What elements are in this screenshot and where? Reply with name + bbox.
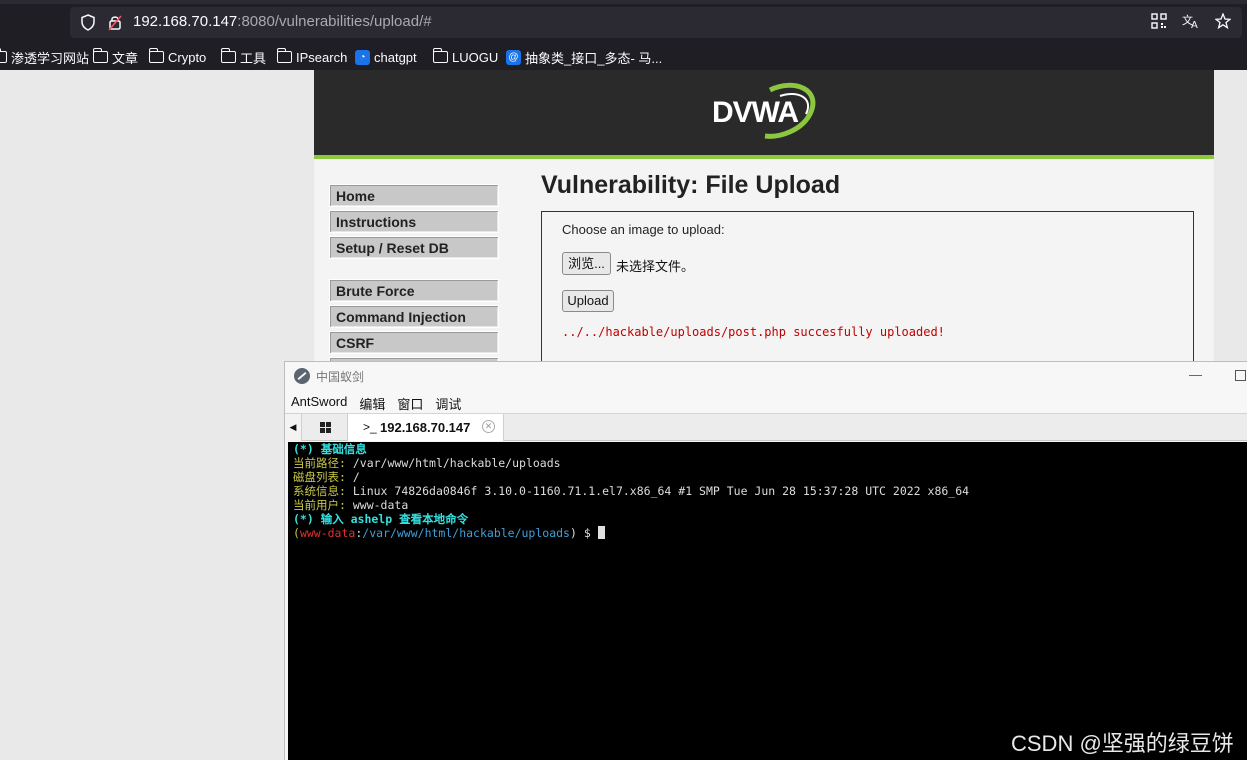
terminal-prompt[interactable]: (www-data:/var/www/html/hackable/uploads… (293, 526, 1247, 540)
url-text[interactable]: 192.168.70.147:8080/vulnerabilities/uplo… (133, 13, 432, 30)
prompt-user: www-data (299, 526, 356, 540)
upload-success-message: ../../hackable/uploads/post.php succesfu… (562, 325, 945, 339)
terminal-value: www-data (345, 498, 409, 512)
window-title: 中国蚁剑 (316, 370, 365, 384)
minimize-icon[interactable]: — (1189, 367, 1203, 382)
lock-warning-icon[interactable] (107, 14, 123, 31)
terminal-value: /var/www/html/hackable/uploads (345, 456, 561, 470)
upload-button[interactable]: Upload (562, 290, 614, 312)
terminal-hint: (*) 输入 ashelp 查看本地命令 (293, 512, 469, 526)
home-grid-icon[interactable] (302, 414, 348, 441)
menu-item-home[interactable]: Home (329, 184, 499, 207)
dvwa-header: DVWA (314, 70, 1214, 159)
menu-item-setup[interactable]: Setup / Reset DB (329, 236, 499, 259)
folder-icon (0, 48, 7, 63)
no-file-text: 未选择文件。 (616, 259, 695, 274)
tab-label: 192.168.70.147 (380, 420, 471, 435)
menu-item-command-injection[interactable]: Command Injection (329, 305, 499, 328)
close-tab-icon[interactable]: ✕ (482, 420, 495, 433)
menu-debug[interactable]: 调试 (429, 390, 467, 413)
menu-antsword[interactable]: AntSword (285, 390, 353, 413)
menu-edit[interactable]: 编辑 (353, 390, 391, 413)
bookmark-item[interactable]: Crypto (149, 48, 206, 66)
url-path: :8080/vulnerabilities/upload/# (237, 13, 432, 30)
antsword-menubar: AntSword 编辑 窗口 调试 (285, 390, 1247, 413)
terminal-label: 当前用户: (293, 498, 346, 512)
prompt-path: /var/www/html/hackable/uploads (362, 526, 570, 540)
terminal-value: / (345, 470, 360, 484)
terminal-cursor (597, 526, 605, 539)
bookmark-item[interactable]: LUOGU (433, 48, 498, 66)
bookmark-label: 渗透学习网站 (11, 50, 90, 66)
terminal-label: 系统信息: (293, 484, 346, 498)
translate-icon[interactable]: 文A (1182, 13, 1200, 31)
bookmarks-bar: 渗透学习网站 文章 Crypto 工具 IPsearch ◔ chatgpt LU… (0, 42, 1247, 70)
upload-form: Choose an image to upload: 浏览... 未选择文件。 … (541, 211, 1194, 381)
terminal-heading: (*) 基础信息 (293, 442, 367, 456)
folder-icon (433, 48, 448, 63)
tab-strip-edge (0, 0, 1247, 4)
folder-icon (149, 48, 164, 63)
upload-label: Choose an image to upload: (562, 222, 725, 237)
prompt-suffix: ) $ (569, 526, 598, 540)
site-favicon-icon: @ (506, 49, 521, 65)
terminal-label: 当前路径: (293, 456, 346, 470)
prompt-paren: ( (293, 526, 300, 540)
bookmark-item[interactable]: 工具 (221, 48, 266, 66)
bookmark-item[interactable]: ◔ chatgpt (355, 48, 417, 66)
antsword-tabbar: ◀ >_ 192.168.70.147 ✕ (285, 413, 1247, 441)
antsword-window: 中国蚁剑 — AntSword 编辑 窗口 调试 ◀ >_ 192.168.70… (284, 361, 1247, 760)
terminal-value: Linux 74826da0846f 3.10.0-1160.71.1.el7.… (345, 484, 970, 498)
bookmark-label: LUOGU (452, 49, 499, 65)
tab-terminal[interactable]: >_ 192.168.70.147 ✕ (348, 414, 504, 441)
antsword-titlebar: 中国蚁剑 — (285, 362, 1247, 390)
tab-scroll-left-icon[interactable]: ◀ (285, 414, 302, 441)
url-actions: 文A (1150, 12, 1232, 31)
bookmark-item[interactable]: @ 抽象类_接口_多态- 马... (506, 48, 662, 66)
menu-item-csrf[interactable]: CSRF (329, 331, 499, 354)
star-bookmark-icon[interactable] (1214, 12, 1232, 31)
folder-icon (221, 48, 236, 63)
bookmark-label: 抽象类_接口_多态- 马... (525, 50, 663, 66)
terminal-icon: >_ (363, 420, 377, 434)
bookmark-label: IPsearch (296, 49, 348, 65)
url-host: 192.168.70.147 (133, 13, 238, 30)
page-title: Vulnerability: File Upload (541, 171, 841, 199)
terminal-output[interactable]: (*) 基础信息 当前路径: /var/www/html/hackable/up… (288, 442, 1247, 760)
menu-window[interactable]: 窗口 (391, 390, 429, 413)
folder-icon (277, 48, 292, 63)
antsword-app-icon (294, 368, 310, 384)
dvwa-logo: DVWA (712, 82, 816, 139)
watermark: CSDN @坚强的绿豆饼 (1011, 731, 1234, 756)
header-accent-bar (314, 155, 1214, 159)
menu-item-brute-force[interactable]: Brute Force (329, 279, 499, 302)
qr-code-icon[interactable] (1150, 13, 1168, 31)
bookmark-label: Crypto (168, 49, 207, 65)
maximize-icon[interactable] (1235, 370, 1246, 381)
shield-icon[interactable] (80, 14, 96, 31)
bookmark-label: 工具 (240, 50, 267, 66)
terminal-label: 磁盘列表: (293, 470, 346, 484)
bookmark-item[interactable]: 文章 (93, 48, 138, 66)
bookmark-item[interactable]: 渗透学习网站 (0, 48, 89, 66)
browser-toolbar: 192.168.70.147:8080/vulnerabilities/uplo… (0, 0, 1247, 42)
address-bar[interactable]: 192.168.70.147:8080/vulnerabilities/uplo… (70, 7, 1242, 38)
bookmark-item[interactable]: IPsearch (277, 48, 347, 66)
svg-text:A: A (1191, 20, 1198, 29)
menu-item-instructions[interactable]: Instructions (329, 210, 499, 233)
folder-icon (93, 48, 108, 63)
chat-favicon-icon: ◔ (355, 49, 370, 65)
logo-text: DVWA (712, 96, 798, 129)
bookmark-label: 文章 (112, 50, 139, 66)
browse-file-button[interactable]: 浏览... (562, 252, 611, 275)
bookmark-label: chatgpt (374, 49, 417, 65)
